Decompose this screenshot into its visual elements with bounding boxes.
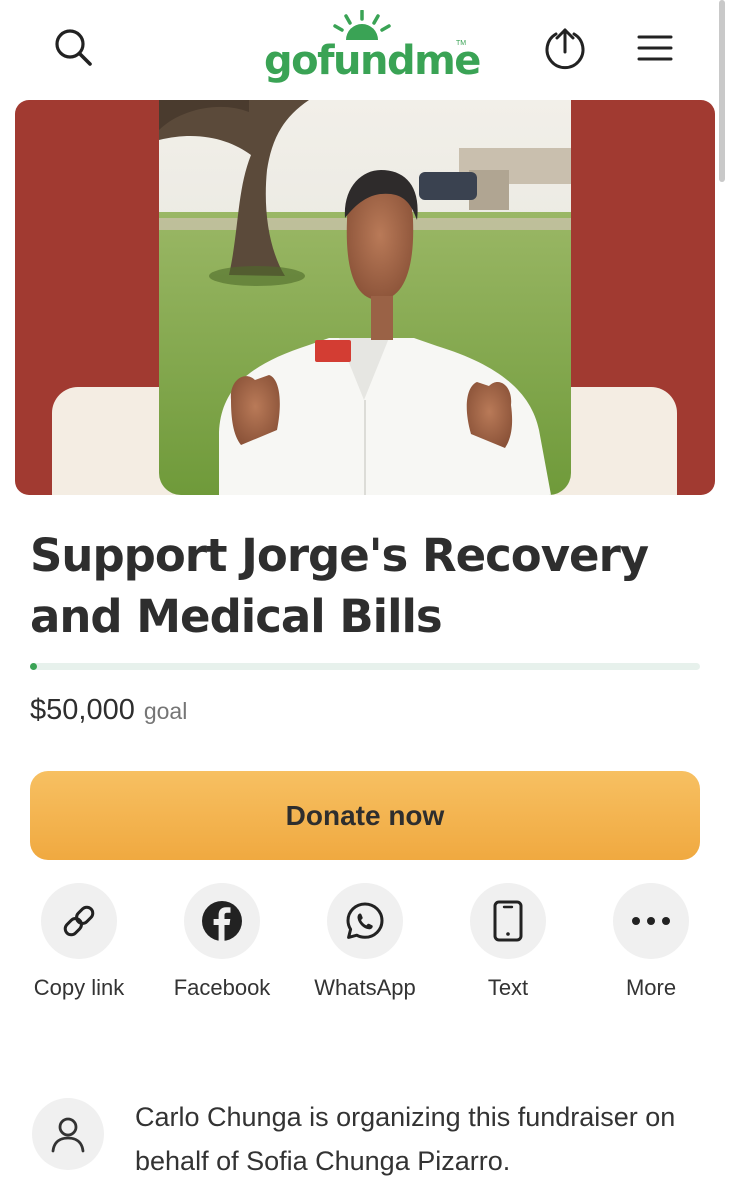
share-text[interactable]: Text	[443, 883, 573, 1001]
whatsapp-circle	[327, 883, 403, 959]
share-label-text: Text	[487, 975, 529, 1000]
scrollbar[interactable]	[719, 0, 725, 182]
goal-label: goal	[143, 698, 188, 724]
share-label-whatsapp: WhatsApp	[314, 975, 416, 1000]
share-button[interactable]	[537, 20, 593, 76]
search-icon	[55, 29, 92, 66]
text-circle	[470, 883, 546, 959]
share-facebook[interactable]: Facebook	[157, 883, 287, 1001]
fundraiser-photo[interactable]	[159, 100, 571, 495]
progress-bar	[30, 663, 700, 670]
share-upload-icon	[545, 28, 585, 70]
user-icon	[51, 1117, 85, 1153]
share-copy-link[interactable]: Copy link	[14, 883, 144, 1001]
link-icon	[63, 905, 95, 937]
more-dots-icon	[632, 917, 670, 925]
menu-button[interactable]	[627, 20, 683, 76]
share-label-copy-link: Copy link	[33, 975, 125, 1000]
campaign-title: Support Jorge's Recovery and Medical Bil…	[30, 529, 649, 643]
logo-trademark: TM	[456, 40, 467, 47]
hamburger-menu-icon	[637, 35, 673, 61]
phone-icon	[493, 900, 523, 942]
logo-wordmark: gofundme	[264, 38, 481, 84]
gofundme-logo[interactable]: gofundme TM	[264, 10, 481, 86]
fundraiser-page: gofundme TM Support Jorge's Recovery and…	[0, 0, 730, 1200]
goal-amount: $50,000	[30, 694, 135, 726]
logo-sun-icon	[333, 10, 391, 40]
search-button[interactable]	[46, 20, 102, 76]
goal-row: $50,000 goal	[30, 694, 187, 727]
donate-now-button[interactable]: Donate now	[30, 771, 700, 860]
facebook-circle	[184, 883, 260, 959]
more-circle	[613, 883, 689, 959]
progress-fill	[30, 663, 37, 670]
hero-banner	[15, 100, 715, 495]
whatsapp-icon	[346, 902, 384, 939]
avatar	[32, 1098, 104, 1170]
share-more[interactable]: More	[586, 883, 716, 1001]
header: gofundme TM	[0, 0, 730, 96]
facebook-icon	[202, 901, 242, 941]
copy-link-circle	[41, 883, 117, 959]
share-label-facebook: Facebook	[173, 975, 271, 1000]
share-whatsapp[interactable]: WhatsApp	[300, 883, 430, 1001]
share-label-more: More	[625, 975, 677, 1000]
organizer-text: Carlo Chunga is organizing this fundrais…	[135, 1102, 676, 1176]
